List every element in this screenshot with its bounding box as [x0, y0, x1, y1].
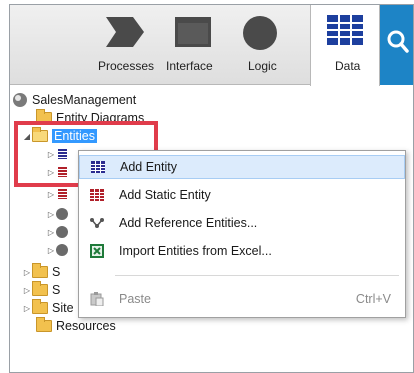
tree-item-entity-diagrams[interactable]: Entity Diagrams	[36, 109, 144, 127]
tree-item-label: S	[52, 283, 61, 297]
app-window: Processes Interface Logic Data SalesMana…	[9, 4, 414, 373]
tab-logic-label: Logic	[248, 59, 277, 73]
menu-item-add-reference-entities[interactable]: Add Reference Entities...	[79, 211, 405, 235]
collapse-arrow-icon[interactable]: ▷	[46, 210, 56, 219]
expand-arrow-icon[interactable]: ◢	[22, 132, 32, 141]
tab-processes-label: Processes	[98, 59, 155, 73]
reference-icon	[88, 214, 106, 232]
tree-item-label: Entities	[52, 129, 97, 143]
context-menu: Add Entity Add Static Entity Add Referen…	[78, 150, 406, 318]
entity-icon	[89, 158, 107, 176]
data-icon	[327, 15, 363, 48]
menu-item-add-static-entity[interactable]: Add Static Entity	[79, 183, 405, 207]
search-button[interactable]	[380, 5, 413, 85]
processes-icon	[106, 15, 144, 52]
collapse-arrow-icon[interactable]: ▷	[22, 286, 32, 295]
tree-item-label: Entity Diagrams	[56, 111, 145, 125]
tree-item-entity[interactable]: ▷	[46, 185, 67, 203]
tree-item-resources[interactable]: Resources	[36, 317, 116, 335]
tree-item-entities[interactable]: ◢ Entities	[22, 127, 97, 145]
logic-icon	[242, 15, 278, 54]
entity-icon	[58, 189, 67, 199]
tree-item-label: Resources	[56, 319, 116, 333]
module-icon	[56, 226, 68, 238]
tree-root[interactable]: SalesManagement	[12, 91, 136, 109]
tree-item-entity[interactable]: ▷	[46, 145, 67, 163]
menu-item-import-excel[interactable]: Import Entities from Excel...	[79, 239, 405, 263]
tree-item-s2[interactable]: ▷ S	[22, 281, 60, 299]
paste-icon	[88, 290, 106, 308]
collapse-arrow-icon[interactable]: ▷	[22, 268, 32, 277]
menu-item-label: Add Reference Entities...	[119, 216, 258, 230]
search-icon	[386, 29, 410, 58]
menu-item-label: Paste	[119, 292, 151, 306]
menu-item-shortcut: Ctrl+V	[355, 292, 391, 306]
tab-interface-label: Interface	[166, 59, 213, 73]
folder-icon	[36, 109, 52, 124]
toolbar: Processes Interface Logic Data	[10, 5, 413, 86]
tree-item-reference[interactable]: ▷	[46, 241, 68, 259]
folder-icon	[32, 299, 48, 314]
collapse-arrow-icon[interactable]: ▷	[46, 190, 56, 199]
module-icon	[56, 244, 68, 256]
tab-logic[interactable]: Logic	[234, 5, 290, 85]
excel-icon	[88, 242, 106, 260]
collapse-arrow-icon[interactable]: ▷	[22, 304, 32, 313]
menu-item-label: Add Static Entity	[119, 188, 211, 202]
collapse-arrow-icon[interactable]: ▷	[46, 150, 56, 159]
menu-item-add-entity[interactable]: Add Entity	[79, 155, 405, 179]
module-icon	[12, 92, 28, 108]
tree-item-label: S	[52, 265, 61, 279]
folder-icon	[36, 317, 52, 332]
static-entity-icon	[88, 186, 106, 204]
tab-processes[interactable]: Processes	[88, 5, 160, 85]
tab-interface[interactable]: Interface	[162, 5, 222, 85]
collapse-arrow-icon[interactable]: ▷	[46, 228, 56, 237]
tab-data[interactable]: Data	[310, 5, 380, 86]
interface-icon	[174, 15, 212, 52]
tree-item-reference[interactable]: ▷	[46, 223, 68, 241]
tree-root-label: SalesManagement	[32, 93, 137, 107]
entity-icon	[58, 167, 67, 177]
entity-icon	[58, 149, 67, 159]
folder-icon	[32, 263, 48, 278]
module-icon	[56, 208, 68, 220]
menu-item-label: Import Entities from Excel...	[119, 244, 272, 258]
tree-item-reference[interactable]: ▷	[46, 205, 68, 223]
tab-data-label: Data	[335, 59, 361, 73]
menu-separator	[115, 275, 399, 276]
folder-open-icon	[32, 127, 48, 142]
tree-item-s1[interactable]: ▷ S	[22, 263, 60, 281]
folder-icon	[32, 281, 48, 296]
menu-item-label: Add Entity	[120, 160, 177, 174]
menu-item-paste[interactable]: Paste Ctrl+V	[79, 287, 405, 311]
collapse-arrow-icon[interactable]: ▷	[46, 168, 56, 177]
tree-item-entity[interactable]: ▷	[46, 163, 67, 181]
collapse-arrow-icon[interactable]: ▷	[46, 246, 56, 255]
